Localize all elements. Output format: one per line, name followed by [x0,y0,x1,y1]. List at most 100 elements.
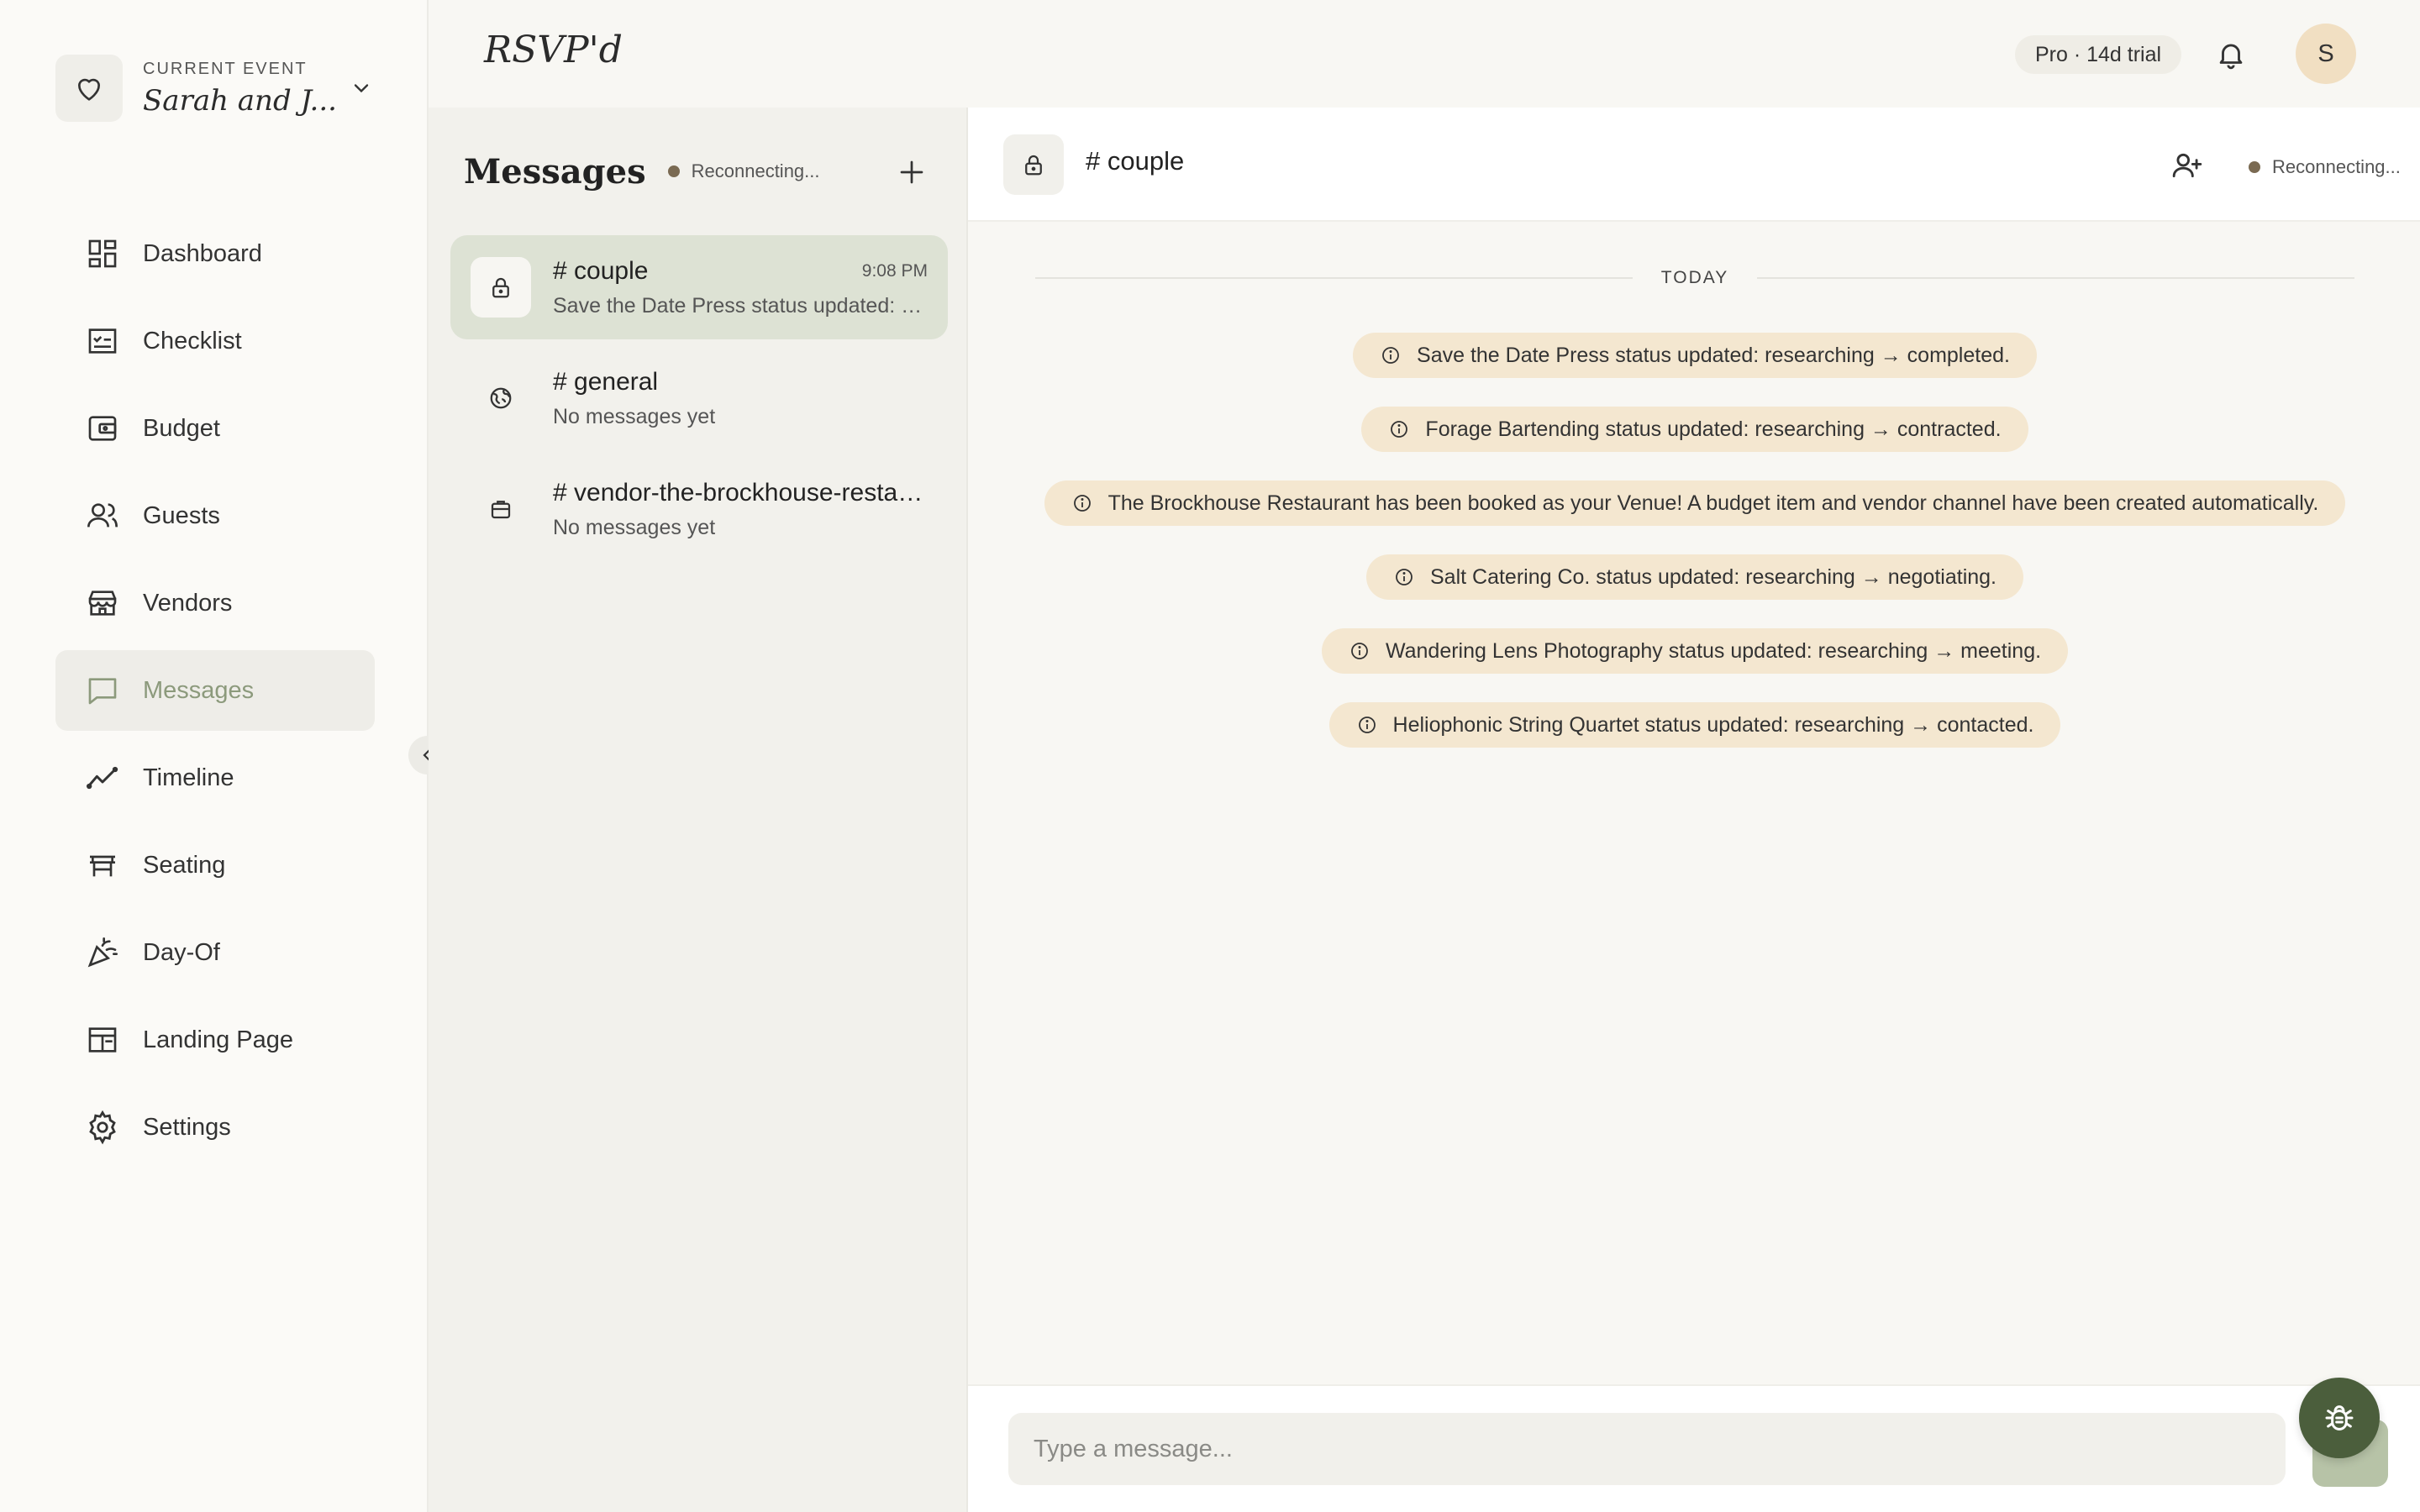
day-label: TODAY [1660,268,1729,287]
channel-name: # general [553,367,659,396]
message-composer [968,1384,2420,1512]
chat-panel: # couple Reconnecting... TODAY Save the … [968,108,2420,1512]
sidebar-item-guests[interactable]: Guests [55,475,375,556]
system-event: Wandering Lens Photography status update… [1321,628,2069,674]
chat-icon [84,672,121,709]
system-event: Save the Date Press status updated: rese… [1353,333,2037,378]
info-icon [1393,566,1415,588]
bug-icon [2325,1405,2354,1431]
globe-icon [471,368,531,428]
info-icon [1349,640,1370,662]
chevron-down-icon[interactable] [345,71,378,105]
sidebar-item-label: Timeline [143,764,234,791]
gear-icon [84,1109,121,1146]
system-event-text: The Brockhouse Restaurant has been booke… [1107,491,2319,515]
messages-title: Messages [464,151,646,192]
channel-top: # couple 9:08 PM [553,257,928,286]
info-icon [1388,418,1410,440]
main-area: RSVP'd Pro · 14d trial S Messages Reconn… [429,0,2420,1512]
event-name: Sarah and J... [143,83,337,118]
channel-name: # couple [553,256,649,285]
channel-body: # couple 9:08 PM Save the Date Press sta… [553,257,948,318]
topbar: RSVP'd Pro · 14d trial S [429,0,2420,108]
trend-icon [84,759,121,796]
bug-report-button[interactable] [2299,1378,2380,1458]
checklist-icon [84,323,121,360]
divider-line [1035,277,1633,279]
channel-body: # vendor-the-brockhouse-restaurant No me… [553,479,948,540]
channel-name: # vendor-the-brockhouse-restaurant [553,478,928,507]
message-input[interactable] [1008,1413,2286,1485]
sidebar-item-label: Seating [143,851,226,879]
dashboard-icon [84,235,121,272]
sidebar-item-label: Budget [143,414,220,442]
system-event: Salt Catering Co. status updated: resear… [1365,554,2023,600]
plan-badge[interactable]: Pro · 14d trial [2015,35,2182,74]
add-channel-button[interactable] [889,150,934,195]
channels-header: Messages Reconnecting... [464,146,934,197]
system-event-text: Wandering Lens Photography status update… [1385,638,2042,663]
sidebar-item-messages[interactable]: Messages [55,650,375,731]
table-icon [84,847,121,884]
sidebar-item-vendors[interactable]: Vendors [55,563,375,643]
wallet-icon [84,410,121,447]
sidebar: CURRENT EVENT Sarah and J... Dashboard C… [0,0,447,1512]
connection-status-text: Reconnecting... [691,160,820,181]
sidebar-item-settings[interactable]: Settings [55,1087,375,1168]
system-event: The Brockhouse Restaurant has been booke… [1044,480,2346,526]
party-popper-icon [84,934,121,971]
status-dot [2249,161,2260,173]
plus-icon [900,160,923,184]
storefront-icon [84,585,121,622]
channel-item-general[interactable]: # general No messages yet [450,346,948,450]
sidebar-item-seating[interactable]: Seating [55,825,375,906]
sidebar-item-checklist[interactable]: Checklist [55,301,375,381]
system-event: Forage Bartending status updated: resear… [1361,407,2028,452]
sidebar-item-budget[interactable]: Budget [55,388,375,469]
heart-icon [55,55,123,122]
chat-header: # couple Reconnecting... [968,108,2420,222]
info-icon [1380,344,1402,366]
layout-icon [84,1021,121,1058]
channel-preview: No messages yet [553,515,716,539]
sidebar-item-label: Vendors [143,589,233,617]
channel-preview: Save the Date Press status updated: rese… [553,293,928,318]
system-event: Heliophonic String Quartet status update… [1328,702,2061,748]
add-member-icon[interactable] [2168,146,2207,185]
channel-item-vendor[interactable]: # vendor-the-brockhouse-restaurant No me… [450,457,948,561]
sidebar-item-dashboard[interactable]: Dashboard [55,213,375,294]
info-icon [1071,492,1093,514]
event-info: CURRENT EVENT Sarah and J... [143,60,345,118]
sidebar-item-label: Day-Of [143,938,220,966]
channel-preview: No messages yet [553,404,716,428]
app-root: CURRENT EVENT Sarah and J... Dashboard C… [0,0,2420,1512]
users-icon [84,497,121,534]
channel-item-couple[interactable]: # couple 9:08 PM Save the Date Press sta… [450,235,948,339]
system-event-text: Forage Bartending status updated: resear… [1425,417,2002,441]
briefcase-icon [471,479,531,539]
connection-status-text: Reconnecting... [2272,156,2401,177]
sidebar-item-timeline[interactable]: Timeline [55,738,375,818]
sidebar-item-day-of[interactable]: Day-Of [55,912,375,993]
channel-top: # general [553,368,928,396]
system-event-text: Salt Catering Co. status updated: resear… [1429,564,1996,589]
sidebar-item-landing-page[interactable]: Landing Page [55,1000,375,1080]
lock-icon [471,257,531,318]
channel-list-panel: Messages Reconnecting... # couple 9:08 P… [429,108,968,1512]
chat-title: # couple [1086,146,1185,176]
system-events: Save the Date Press status updated: rese… [968,333,2420,776]
sidebar-nav: Dashboard Checklist Budget Guests Vendor… [55,213,375,1174]
info-icon [1356,714,1378,736]
sidebar-item-label: Checklist [143,327,242,354]
channel-time: 9:08 PM [861,260,928,281]
bell-icon[interactable] [2210,34,2252,76]
sidebar-item-label: Messages [143,676,255,704]
system-event-text: Save the Date Press status updated: rese… [1417,343,2010,367]
lock-icon [1003,134,1064,195]
avatar[interactable]: S [2296,24,2356,84]
event-switcher[interactable]: CURRENT EVENT Sarah and J... [55,54,378,123]
sidebar-item-label: Guests [143,501,220,529]
day-divider: TODAY [1035,265,2354,291]
brand-logo[interactable]: RSVP'd [484,29,623,71]
divider-line [1757,277,2354,279]
